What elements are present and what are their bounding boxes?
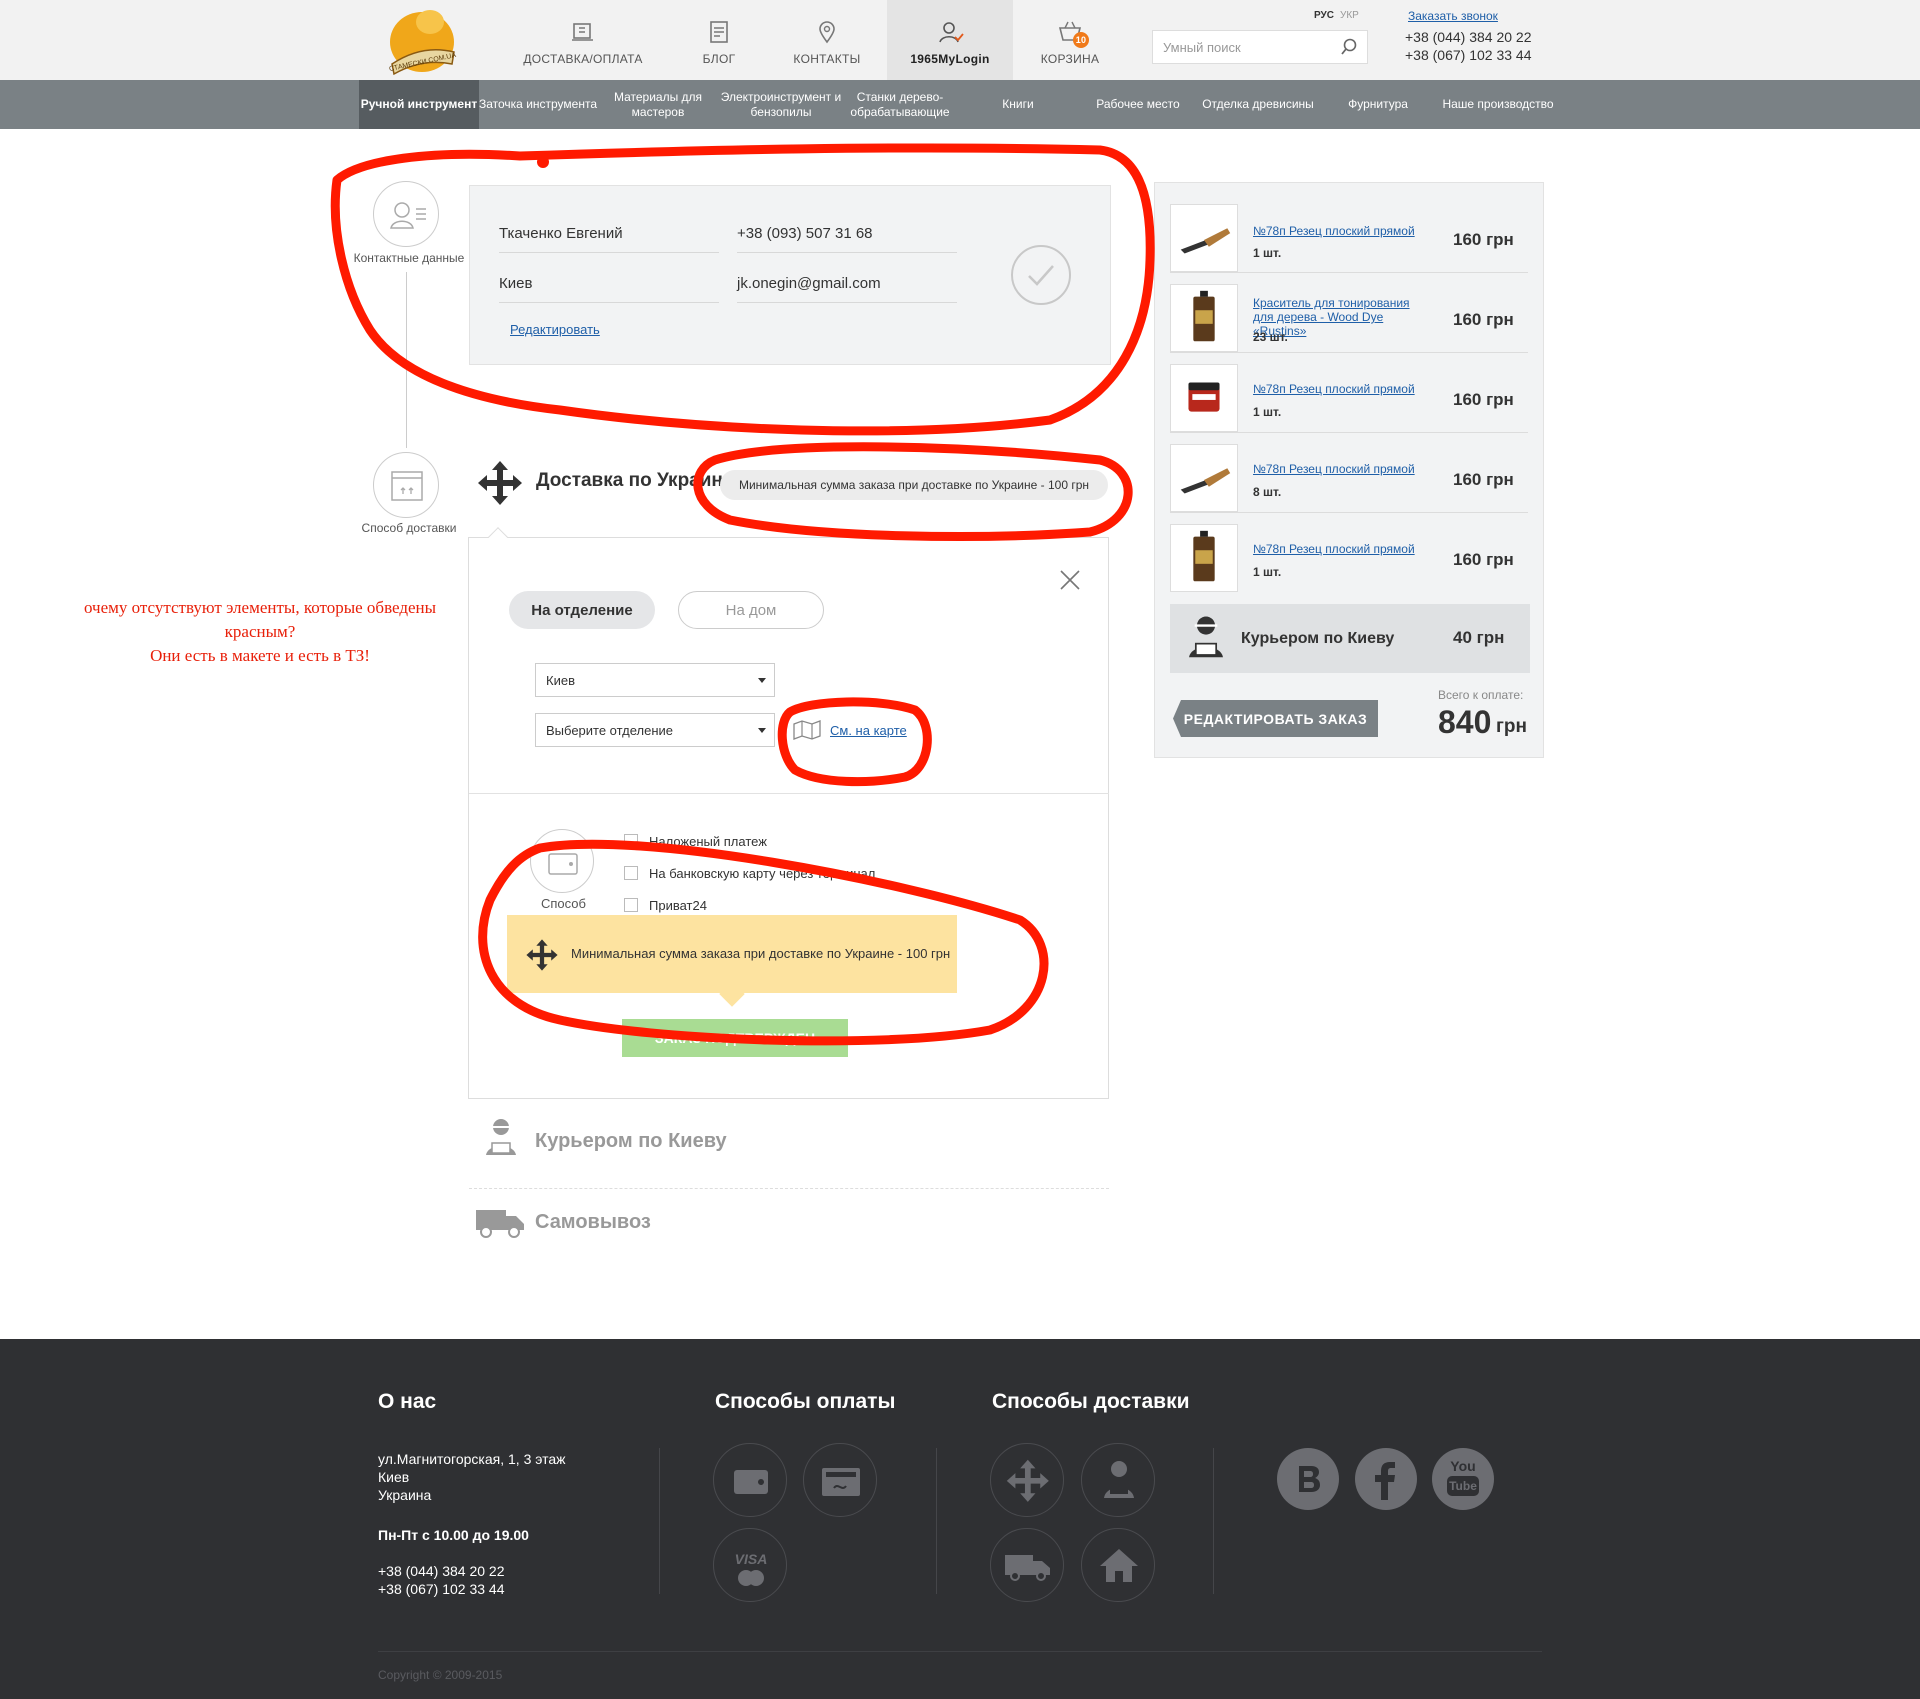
courier-icon: [1104, 1461, 1134, 1498]
red-outline-note: [693, 442, 1133, 541]
footer-pickup-circle: [1081, 1528, 1155, 1602]
visa-icon: VISA: [734, 1551, 768, 1567]
youtube-icon: You: [1450, 1458, 1476, 1474]
footer-divider: [659, 1448, 660, 1594]
vk-icon: [1299, 1466, 1320, 1492]
copyright: Copyright © 2009-2015: [378, 1668, 503, 1682]
footer-rule: [378, 1651, 1542, 1652]
van-icon: [476, 1210, 524, 1238]
youtube-tube-label: Tube: [1447, 1476, 1479, 1496]
vk-button[interactable]: [1277, 1448, 1339, 1510]
footer-hours: Пн-Пт с 10.00 до 19.00: [378, 1527, 529, 1543]
facebook-button[interactable]: [1355, 1448, 1417, 1510]
footer-about-title: О нас: [378, 1390, 437, 1413]
footer-wallet-circle: [713, 1443, 787, 1517]
footer-divider: [1213, 1448, 1214, 1594]
footer-nova-poshta-circle: [990, 1443, 1064, 1517]
footer-phone-1: +38 (044) 384 20 22: [378, 1563, 505, 1579]
footer-delivery-title: Способы доставки: [992, 1390, 1190, 1413]
site-footer: [0, 1339, 1920, 1699]
footer-courier-circle: [1081, 1443, 1155, 1517]
courier-icon: [486, 1119, 516, 1155]
review-markup-overlay: [330, 143, 1155, 1046]
pickup-option[interactable]: Самовывоз: [535, 1211, 651, 1234]
footer-address-3: Украина: [378, 1487, 432, 1503]
courier-kiev-option[interactable]: Курьером по Киеву: [535, 1130, 727, 1153]
house-icon: [1100, 1549, 1138, 1582]
mastercard-icon: [738, 1570, 764, 1586]
option-divider: [469, 1188, 1109, 1189]
footer-address-1: ул.Магнитогорская, 1, 3 этаж: [378, 1451, 566, 1467]
footer-terminal-circle: [803, 1443, 877, 1517]
footer-payment-title: Способы оплаты: [715, 1390, 896, 1413]
footer-phone-2: +38 (067) 102 33 44: [378, 1581, 505, 1597]
footer-visa-circle: VISA: [713, 1528, 787, 1602]
arrows-move-icon: [1006, 1459, 1049, 1502]
red-outline-map-link: [777, 697, 932, 787]
wallet-icon: [734, 1470, 768, 1494]
card-terminal-icon: [822, 1468, 860, 1496]
red-outline-contact: [330, 143, 1155, 436]
footer-divider: [936, 1448, 937, 1594]
footer-address-2: Киев: [378, 1469, 410, 1485]
youtube-button[interactable]: You Tube: [1432, 1448, 1494, 1510]
facebook-icon: [1375, 1462, 1395, 1500]
red-outline-tooltip: [478, 839, 1049, 1046]
van-icon: [1005, 1555, 1050, 1581]
footer-van-circle: [990, 1528, 1064, 1602]
